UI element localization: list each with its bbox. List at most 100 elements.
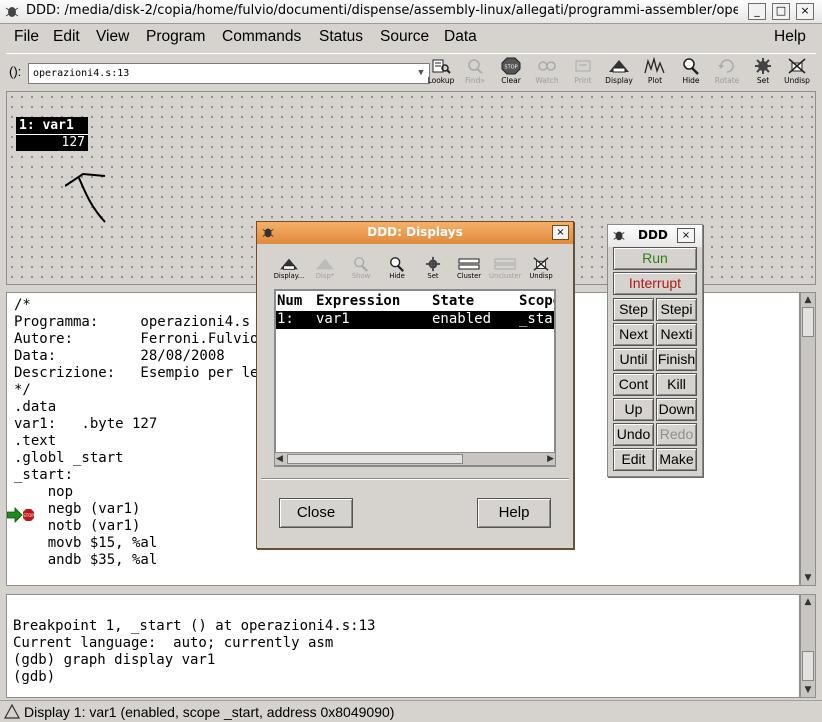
displays-list[interactable]: Num Expression State Scope 1: var1 enabl… <box>274 289 556 467</box>
watch-button[interactable]: Watch <box>530 55 564 89</box>
kill-button[interactable]: Kill <box>656 373 697 396</box>
row-scope: _start <box>519 311 554 327</box>
source-scroll-thumb[interactable] <box>802 307 814 337</box>
displays-hscrollbar[interactable]: ◀ ▶ <box>274 452 556 466</box>
displays-dialog-titlebar[interactable]: DDD: Displays × <box>257 222 573 244</box>
stop-sign-icon: STOP <box>501 57 521 75</box>
breakpoint-execution-arrow-icon[interactable]: STOP <box>7 507 37 523</box>
show-magnifier-icon <box>354 257 369 272</box>
uncluster-icon <box>494 258 516 270</box>
displays-dialog: DDD: Displays × Display... Disp* Show Hi… <box>256 221 574 549</box>
nexti-button[interactable]: Nexti <box>656 323 697 346</box>
maximize-button[interactable]: □ <box>772 3 790 20</box>
run-button[interactable]: Run <box>613 247 697 270</box>
displays-dialog-close-x[interactable]: × <box>552 225 569 240</box>
dlg-display-button[interactable]: Display... <box>273 256 305 286</box>
hide-button[interactable]: Hide <box>674 55 708 89</box>
lookup-button[interactable]: Lookup <box>424 55 458 89</box>
argument-input[interactable]: operazioni4.s:13 ▼ <box>28 63 430 84</box>
menu-data[interactable]: Data <box>444 28 477 46</box>
menu-file[interactable]: File <box>14 28 39 46</box>
stepi-button[interactable]: Stepi <box>656 298 697 321</box>
console-scrollbar[interactable]: ▲ ▼ <box>800 594 816 698</box>
finish-button[interactable]: Finish <box>656 348 697 371</box>
undisplay-icon <box>533 257 549 271</box>
col-num-header[interactable]: Num <box>277 293 302 309</box>
clear-button[interactable]: STOP Clear <box>494 55 528 89</box>
scroll-right-icon[interactable]: ▶ <box>547 453 554 465</box>
magnifier-icon <box>390 257 405 272</box>
menu-commands[interactable]: Commands <box>222 28 301 46</box>
source-line: var1: .byte 127 <box>14 416 158 432</box>
scroll-up-icon[interactable]: ▲ <box>803 597 813 607</box>
undisplay-button[interactable]: Undisp <box>780 55 814 89</box>
print-button[interactable]: Print <box>566 55 600 89</box>
menubar: File Edit View Program Commands Status S… <box>6 25 816 51</box>
source-line: .globl _start <box>14 450 124 466</box>
source-line: _start: <box>14 467 74 483</box>
menu-program[interactable]: Program <box>146 28 205 46</box>
menu-edit[interactable]: Edit <box>53 28 80 46</box>
dlg-set-label: Set <box>427 272 439 280</box>
scroll-left-icon[interactable]: ◀ <box>276 453 283 465</box>
dlg-set-button[interactable]: Set <box>417 256 449 286</box>
source-scrollbar[interactable]: ▲ ▼ <box>800 292 816 586</box>
until-button[interactable]: Until <box>613 348 654 371</box>
gdb-console[interactable]: Breakpoint 1, _start () at operazioni4.s… <box>6 594 800 698</box>
dlg-undisp-button[interactable]: Undisp <box>525 256 557 286</box>
console-prompt[interactable]: (gdb) <box>13 669 55 685</box>
redo-button[interactable]: Redo <box>656 423 697 446</box>
menu-help[interactable]: Help <box>774 28 806 46</box>
dlg-hide-button[interactable]: Hide <box>381 256 413 286</box>
make-button[interactable]: Make <box>656 448 697 471</box>
display-button[interactable]: Display <box>602 55 636 89</box>
dlg-disp-star-button[interactable]: Disp* <box>309 256 341 286</box>
lookup-label: Lookup <box>427 76 455 85</box>
plot-icon <box>644 57 665 74</box>
dlg-show-button[interactable]: Show <box>345 256 377 286</box>
col-state-header[interactable]: State <box>432 293 474 309</box>
scroll-up-icon[interactable]: ▲ <box>803 295 813 305</box>
command-tool-close-x[interactable]: × <box>677 228 695 243</box>
minimize-button[interactable]: _ <box>748 3 766 20</box>
display-icon <box>609 60 629 73</box>
source-line: movb $15, %al <box>14 535 158 551</box>
display-node-var1[interactable]: 1: var1 127 <box>16 117 88 151</box>
up-button[interactable]: Up <box>613 398 654 421</box>
scroll-down-icon[interactable]: ▼ <box>803 573 813 583</box>
undo-button[interactable]: Undo <box>613 423 654 446</box>
close-button[interactable]: Close <box>279 498 353 528</box>
interrupt-button[interactable]: Interrupt <box>613 272 697 295</box>
console-line: Current language: auto; currently asm <box>13 635 334 651</box>
source-line: .text <box>14 433 57 449</box>
col-scope-header[interactable]: Scope <box>519 293 554 309</box>
set-button[interactable]: Set <box>746 55 780 89</box>
row-expression: var1 <box>316 311 350 327</box>
edit-button[interactable]: Edit <box>613 448 654 471</box>
step-button[interactable]: Step <box>613 298 654 321</box>
next-button[interactable]: Next <box>613 323 654 346</box>
dlg-cluster-button[interactable]: Cluster <box>453 256 485 286</box>
watch-label: Watch <box>535 76 559 85</box>
displays-hscroll-thumb[interactable] <box>287 454 463 464</box>
window-titlebar[interactable]: DDD: /media/disk-2/copia/home/fulvio/doc… <box>0 0 822 24</box>
find-button[interactable]: Find» <box>458 55 492 89</box>
col-expression-header[interactable]: Expression <box>316 293 400 309</box>
source-line: */ <box>14 382 31 398</box>
rotate-button[interactable]: Rotate <box>710 55 744 89</box>
close-window-button[interactable]: × <box>796 3 814 20</box>
command-tool: DDD × Run Interrupt Step Stepi Next Next… <box>607 224 703 477</box>
hand-drawn-arrow <box>65 172 106 223</box>
down-button[interactable]: Down <box>656 398 697 421</box>
cont-button[interactable]: Cont <box>613 373 654 396</box>
plot-button[interactable]: Plot <box>638 55 672 89</box>
menu-status[interactable]: Status <box>319 28 363 46</box>
command-tool-titlebar[interactable]: DDD × <box>608 225 702 247</box>
help-button[interactable]: Help <box>477 498 551 528</box>
menu-view[interactable]: View <box>96 28 129 46</box>
console-scroll-thumb[interactable] <box>802 651 814 681</box>
set-gears-icon <box>425 256 441 272</box>
menu-source[interactable]: Source <box>380 28 429 46</box>
scroll-down-icon[interactable]: ▼ <box>803 685 813 695</box>
dlg-uncluster-button[interactable]: Uncluster <box>489 256 521 286</box>
